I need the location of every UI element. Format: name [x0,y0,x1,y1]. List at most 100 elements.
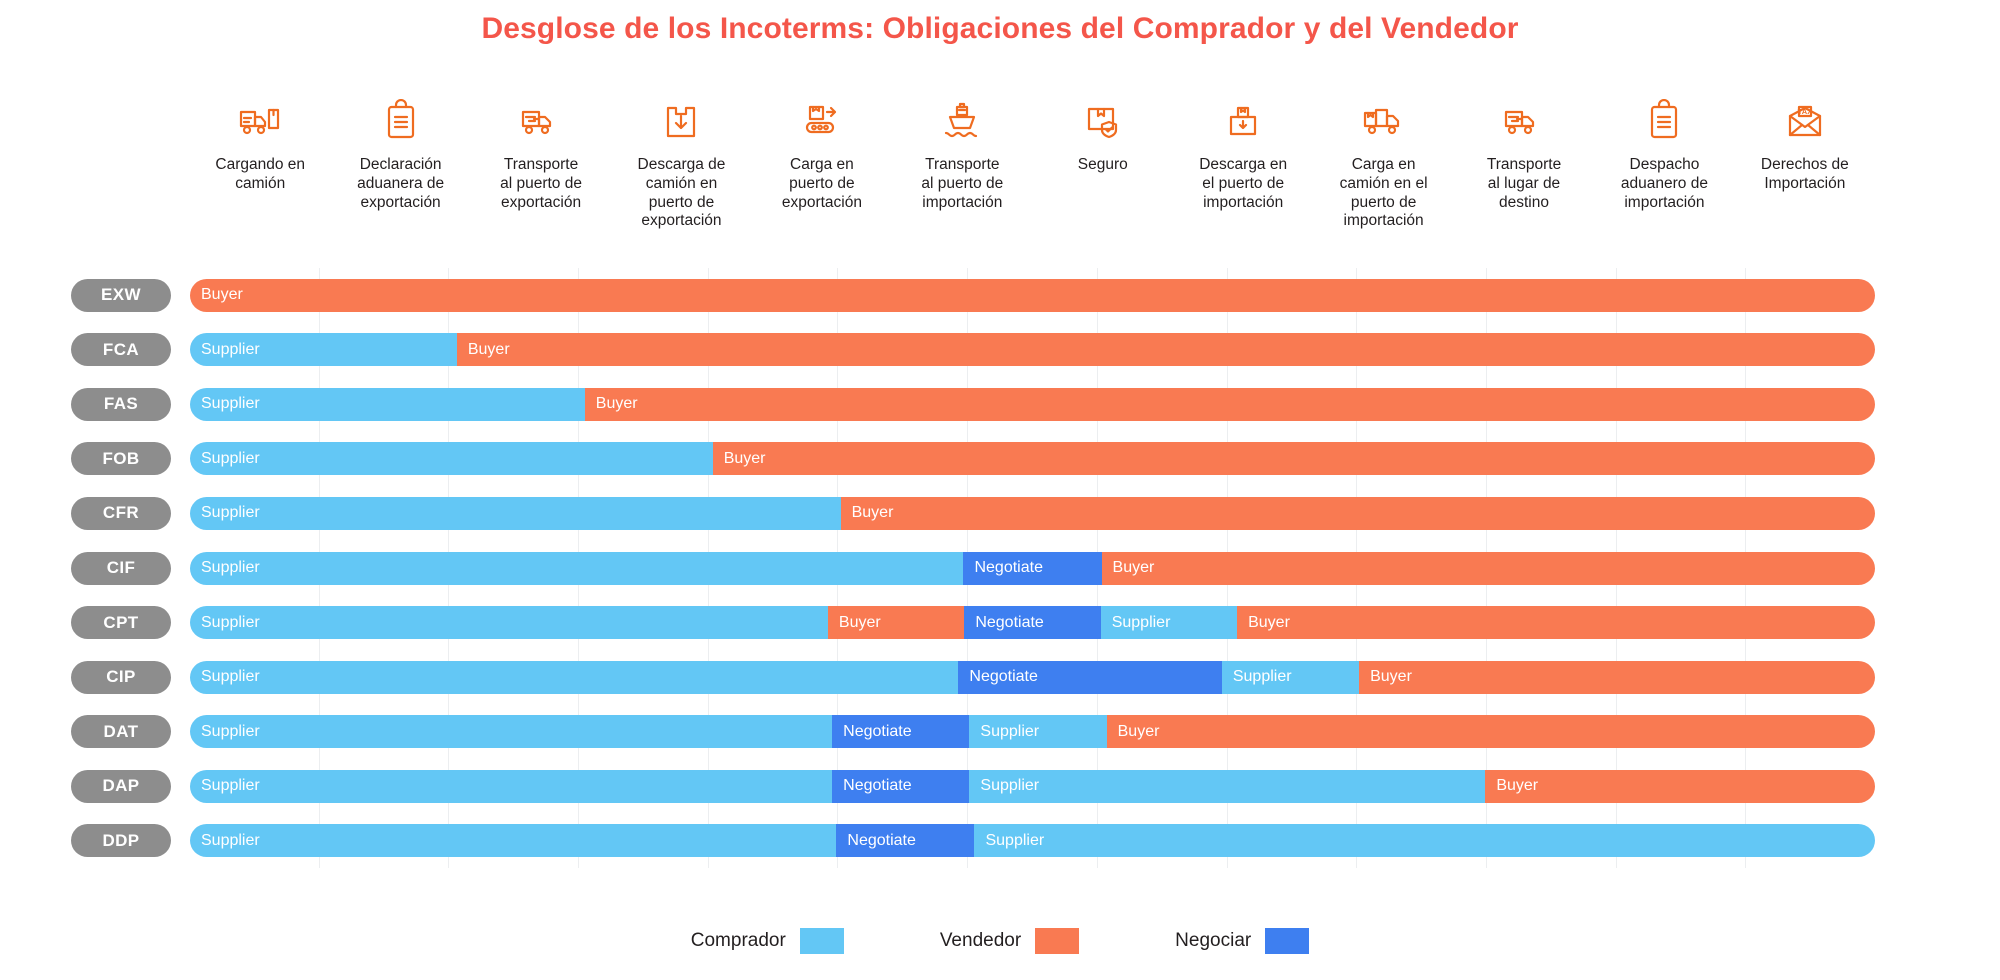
incoterm-pill-wrap: FOB [62,432,180,487]
column-header-label: Seguro [1077,156,1128,173]
incoterm-pill-wrap: FAS [62,377,180,432]
box-shield-insurance-icon [1075,96,1131,146]
bar-segment-supplier[interactable]: Supplier [190,387,585,421]
tax-envelope-icon: TAX [1777,96,1833,146]
incoterm-code-fob[interactable]: FOB [71,442,171,476]
incoterm-pill-wrap: FCA [62,323,180,378]
incoterm-code-exw[interactable]: EXW [71,278,171,312]
column-header-label: Cargando en camión [215,156,306,192]
bar-segment-buyer[interactable]: Buyer [190,278,1875,312]
bar-segment-supplier[interactable]: Supplier [974,824,1875,858]
incoterms-infographic: Desglose de los Incoterms: Obligaciones … [0,0,2000,980]
responsibility-bar: Supplier Buyer Negotiate Supplier Buyer [190,606,1875,640]
bar-segment-negotiate[interactable]: Negotiate [964,606,1101,640]
bar-segment-buyer[interactable]: Buyer [584,387,1875,421]
column-header-label: Carga en camión en el puerto de importac… [1339,156,1428,230]
responsibility-bar: Supplier Negotiate Supplier Buyer [190,769,1875,803]
column-header-label: Descarga en el puerto de importación [1199,156,1288,211]
legend-item-buyer: Comprador [691,928,844,954]
bar-segment-supplier[interactable]: Supplier [190,496,841,530]
incoterm-code-fas[interactable]: FAS [71,387,171,421]
incoterm-code-cfr[interactable]: CFR [71,496,171,530]
chart-row-dap: Supplier Negotiate Supplier Buyer [190,759,1875,814]
bar-segment-supplier[interactable]: Supplier [190,551,964,585]
column-header-label: Transporte al lugar de destino [1486,156,1562,211]
clipboard-document-icon [1636,96,1692,146]
column-header-label: Transporte al puerto de importación [921,156,1004,211]
bar-segment-supplier[interactable]: Supplier [190,606,828,640]
column-header-6: Transporte al puerto de importación [892,96,1032,261]
bar-segment-supplier[interactable]: Supplier [969,769,1486,803]
chart-legend: Comprador Vendedor Negociar [0,928,2000,954]
bar-segment-buyer[interactable]: Buyer [1106,715,1875,749]
column-header-10: Transporte al lugar de destino [1454,96,1594,261]
box-unload-down-icon [653,96,709,146]
legend-item-seller: Vendedor [939,928,1080,954]
truck-transport-icon [513,96,569,146]
bar-segment-buyer[interactable]: Buyer [1359,660,1875,694]
chart-row-cpt: Supplier Buyer Negotiate Supplier Buyer [190,595,1875,650]
bar-segment-buyer[interactable]: Buyer [712,442,1875,476]
legend-label: Comprador [690,930,786,951]
column-header-label: Descarga de camión en puerto de exportac… [637,156,726,230]
legend-label: Negociar [1175,930,1252,951]
incoterm-code-column: EXW FCA FAS FOB CFR CIF CPT CIP DAT DAP DDP [62,268,180,868]
column-header-label: Derechos de Importación [1760,156,1849,192]
responsibility-bar: Supplier Negotiate Supplier [190,824,1875,858]
bar-segment-supplier[interactable]: Supplier [969,715,1107,749]
incoterm-pill-wrap: EXW [62,268,180,323]
incoterm-code-cpt[interactable]: CPT [71,606,171,640]
bar-segment-supplier[interactable]: Supplier [190,715,833,749]
page-title: Desglose de los Incoterms: Obligaciones … [481,12,1519,45]
bar-segment-buyer[interactable]: Buyer [1101,551,1875,585]
legend-label: Vendedor [939,930,1022,951]
legend-swatch-seller [1035,928,1080,954]
incoterm-code-dap[interactable]: DAP [71,769,171,803]
chart-row-exw: Buyer [190,268,1875,323]
incoterm-code-cif[interactable]: CIF [71,551,171,585]
bar-segment-negotiate[interactable]: Negotiate [958,660,1222,694]
bar-segment-buyer[interactable]: Buyer [840,496,1875,530]
column-header-label: Transporte al puerto de exportación [500,156,582,211]
incoterm-code-dat[interactable]: DAT [71,715,171,749]
column-header-7: Seguro [1033,96,1173,261]
svg-text:TAX: TAX [1798,107,1812,116]
legend-swatch-negotiate [1265,928,1310,954]
bar-segment-supplier[interactable]: Supplier [1100,606,1238,640]
incoterm-pill-wrap: CIF [62,541,180,596]
incoterm-code-cip[interactable]: CIP [71,660,171,694]
incoterm-pill-wrap: CIP [62,650,180,705]
bar-segment-supplier[interactable]: Supplier [190,769,833,803]
responsibility-bar: Supplier Buyer [190,442,1875,476]
column-header-label: Despacho aduanero de importación [1620,156,1708,211]
chart-row-dat: Supplier Negotiate Supplier Buyer [190,704,1875,759]
incoterm-pill-wrap: DAT [62,704,180,759]
chart-row-cip: Supplier Negotiate Supplier Buyer [190,650,1875,705]
bar-segment-buyer[interactable]: Buyer [827,606,965,640]
bar-segment-negotiate[interactable]: Negotiate [963,551,1102,585]
bar-segment-supplier[interactable]: Supplier [190,333,457,367]
incoterm-code-ddp[interactable]: DDP [71,824,171,858]
incoterm-pill-wrap: DAP [62,759,180,814]
responsibility-bar: Supplier Negotiate Buyer [190,551,1875,585]
bar-segment-buyer[interactable]: Buyer [1237,606,1875,640]
bar-segment-buyer[interactable]: Buyer [1485,769,1875,803]
bar-segment-negotiate[interactable]: Negotiate [832,715,970,749]
bar-segment-supplier[interactable]: Supplier [190,442,713,476]
incoterm-pill-wrap: DDP [62,813,180,868]
bar-segment-buyer[interactable]: Buyer [456,333,1875,367]
bar-segment-negotiate[interactable]: Negotiate [836,824,975,858]
incoterms-chart: Buyer Supplier Buyer Supplier Buyer Supplier B… [190,268,1875,868]
bar-segment-supplier[interactable]: Supplier [1221,660,1360,694]
column-header-label: Carga en puerto de exportación [781,156,862,211]
bar-segment-negotiate[interactable]: Negotiate [832,769,970,803]
crate-unload-icon [1215,96,1271,146]
column-header-5: Carga en puerto de exportación [752,96,892,261]
column-header-12: TAX Derechos de Importación [1735,96,1875,261]
bar-segment-supplier[interactable]: Supplier [190,660,959,694]
bar-segment-supplier[interactable]: Supplier [190,824,837,858]
incoterm-code-fca[interactable]: FCA [71,333,171,367]
conveyor-load-icon [794,96,850,146]
clipboard-document-icon [373,96,429,146]
ship-icon [934,96,990,146]
